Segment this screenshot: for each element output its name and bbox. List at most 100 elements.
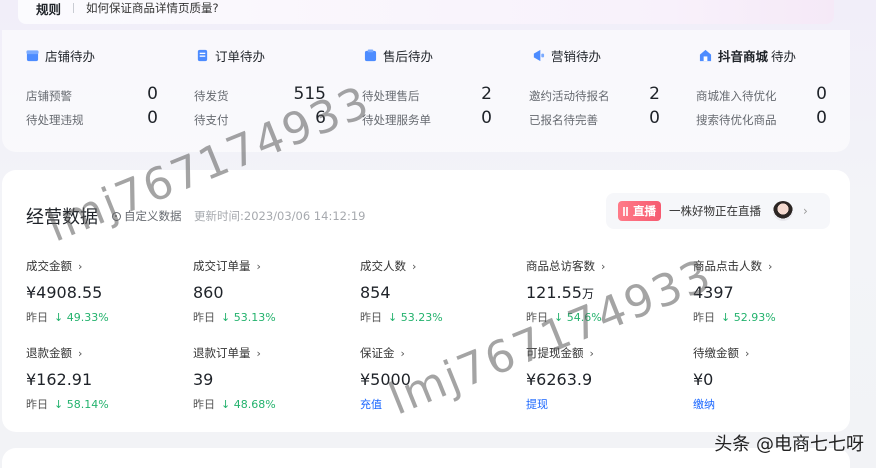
metric-change: ↓ 58.14% [54,398,109,411]
metric-orders[interactable]: 成交订单量 › 860 昨日 ↓ 53.13% [193,258,276,325]
metric-label: 退款订单量 [193,346,251,360]
metric-label: 退款金额 [26,346,72,360]
custom-data-label: 自定义数据 [124,209,182,223]
metric-compare-label: 昨日 [193,311,215,324]
rule-link[interactable]: 如何保证商品详情页质量? [86,0,219,16]
metric-value: 860 [193,283,224,302]
metric-change: ↓ 53.13% [221,311,276,324]
metric-label: 保证金 [360,346,395,360]
todo-label[interactable]: 待处理服务单 [362,112,431,128]
metric-clicks[interactable]: 商品点击人数 › 4397 昨日 ↓ 52.93% [693,258,776,325]
chevron-right-icon: › [256,259,261,273]
todo-count[interactable]: 0 [98,84,158,104]
todo-count[interactable]: 0 [600,108,660,128]
metric-value: ¥4908.55 [26,283,103,302]
todo-count[interactable]: 2 [432,84,492,104]
live-badge: 直播 [618,201,661,221]
metric-value: 854 [360,283,391,302]
metric-gmv[interactable]: 成交金额 › ¥4908.55 昨日 ↓ 49.33% [26,258,109,325]
todo-order-title: 订单待办 [215,49,266,64]
mall-icon [699,49,712,62]
metric-compare-label: 昨日 [193,398,215,411]
todo-count[interactable]: 2 [600,84,660,104]
megaphone-icon [533,49,545,62]
metric-refund-amount[interactable]: 退款金额 › ¥162.91 昨日 ↓ 58.14% [26,345,109,412]
todo-aftersale-header[interactable]: 售后待办 [364,46,433,65]
recharge-link[interactable]: 充值 [360,396,411,412]
todo-count[interactable]: 6 [266,108,326,128]
pay-link[interactable]: 缴纳 [693,396,749,412]
todo-count[interactable]: 0 [98,108,158,128]
update-time: 更新时间:2023/03/06 14:12:19 [194,209,366,223]
chevron-right-icon: › [601,259,606,273]
rule-banner[interactable]: 规则 如何保证商品详情页质量? [18,0,834,24]
metric-compare-label: 昨日 [526,311,548,324]
todo-marketing-header[interactable]: 营销待办 [532,46,601,65]
metric-label: 成交订单量 [193,259,251,273]
todo-label[interactable]: 邀约活动待报名 [529,88,610,104]
metric-buyers[interactable]: 成交人数 › 854 昨日 ↓ 53.23% [360,258,443,325]
mall-brand: 抖音商城 [718,49,769,64]
metric-change: ↓ 52.93% [721,311,776,324]
metric-label: 成交人数 [360,259,406,273]
chevron-right-icon: › [412,259,417,273]
todo-order-header[interactable]: 订单待办 [196,46,265,65]
live-bars-icon [623,206,630,216]
todo-mall-title: 待办 [771,49,797,64]
todo-count[interactable]: 0 [767,108,827,128]
todo-count[interactable]: 0 [432,108,492,128]
todo-label[interactable]: 待支付 [194,112,229,128]
live-text: 一株好物正在直播 [669,204,761,218]
metric-label: 可提现金额 [526,346,584,360]
banner-divider [73,3,75,13]
chevron-right-icon: › [78,259,83,273]
todo-label[interactable]: 待处理违规 [26,112,84,128]
metric-change: ↓ 54.6% [554,311,602,324]
metric-change: ↓ 48.68% [221,398,276,411]
metric-deposit[interactable]: 保证金 › ¥5000 充值 [360,345,411,412]
todo-store-header[interactable]: 店铺待办 [26,46,95,65]
metric-refund-orders[interactable]: 退款订单量 › 39 昨日 ↓ 48.68% [193,345,276,412]
metric-value: ¥0 [693,370,714,389]
todo-count[interactable]: 515 [266,84,326,104]
metric-value: 4397 [693,283,734,302]
chevron-right-icon: › [78,346,83,360]
custom-data-button[interactable]: 自定义数据 [112,208,182,224]
aftersale-icon [364,49,377,62]
footer-watermark: 头条 @电商七七呀 [714,434,864,455]
metric-label: 成交金额 [26,259,72,273]
chevron-right-icon: › [745,346,750,360]
live-badge-label: 直播 [633,204,656,218]
metric-visitors[interactable]: 商品总访客数 › 121.55万 昨日 ↓ 54.6% [526,258,605,325]
order-icon [197,49,208,62]
rule-tag: 规则 [36,1,62,17]
metric-change: ↓ 49.33% [54,311,109,324]
metric-label: 待缴金额 [693,346,739,360]
todo-label[interactable]: 店铺预警 [26,88,72,104]
metric-compare-label: 昨日 [693,311,715,324]
live-banner[interactable]: 直播 一株好物正在直播 › [606,193,830,229]
todo-mall-header[interactable]: 抖音商城 待办 [699,46,796,65]
metric-change: ↓ 53.23% [388,311,443,324]
metric-value: ¥6263.9 [526,370,593,389]
settings-icon [112,211,121,221]
chevron-right-icon: › [400,346,405,360]
streamer-avatar [773,201,793,221]
todo-label[interactable]: 待处理售后 [362,88,420,104]
metric-label: 商品点击人数 [693,259,762,273]
metric-label: 商品总访客数 [526,259,595,273]
todo-label[interactable]: 已报名待完善 [529,112,598,128]
metric-withdrawable[interactable]: 可提现金额 › ¥6263.9 提现 [526,345,594,412]
chevron-right-icon: › [768,259,773,273]
todo-store-title: 店铺待办 [45,49,96,64]
todo-count[interactable]: 0 [767,84,827,104]
metric-pending-payment[interactable]: 待缴金额 › ¥0 缴纳 [693,345,749,412]
todo-label[interactable]: 待发货 [194,88,229,104]
withdraw-link[interactable]: 提现 [526,396,594,412]
metric-compare-label: 昨日 [26,311,48,324]
business-data-title: 经营数据 [26,207,98,228]
todo-label[interactable]: 商城准入待优化 [696,88,777,104]
todo-label[interactable]: 搜索待优化商品 [696,112,777,128]
chevron-right-icon: › [803,204,808,218]
metric-value: 121.55 [526,283,582,302]
